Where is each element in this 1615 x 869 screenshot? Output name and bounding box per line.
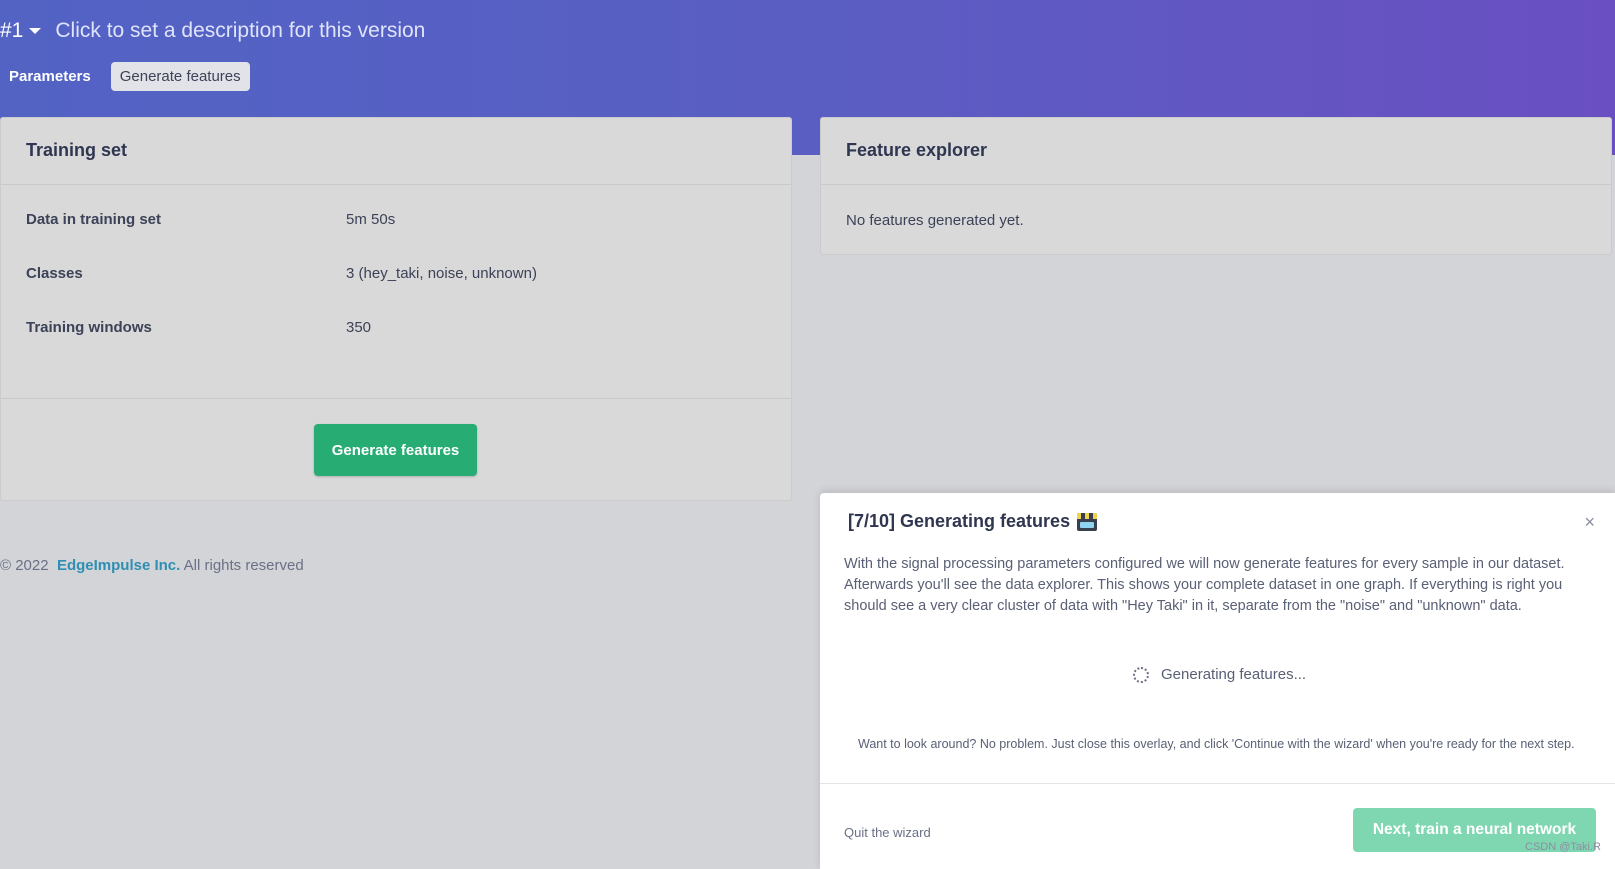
wizard-body-text: With the signal processing parameters co… bbox=[844, 556, 1565, 614]
training-data-row: Data in training set 5m 50s bbox=[26, 211, 746, 231]
row-label: Training windows bbox=[26, 319, 152, 336]
training-windows-row: Training windows 350 bbox=[26, 319, 746, 339]
tab-parameters[interactable]: Parameters bbox=[0, 68, 111, 85]
row-value: 5m 50s bbox=[346, 211, 396, 228]
copyright-year: © 2022 bbox=[0, 557, 49, 574]
version-number[interactable]: #1 bbox=[0, 19, 23, 43]
wizard-overlay: [7/10] Generating features × With the si… bbox=[820, 493, 1615, 869]
row-value: 350 bbox=[346, 319, 372, 336]
tab-generate-features[interactable]: Generate features bbox=[110, 62, 250, 91]
version-selector[interactable]: #1 Click to set a description for this v… bbox=[0, 14, 425, 48]
divider bbox=[820, 783, 1615, 784]
classes-row: Classes 3 (hey_taki, noise, unknown) bbox=[26, 265, 746, 285]
training-set-card: Training set Data in training set 5m 50s… bbox=[0, 117, 792, 501]
wizard-hint: Want to look around? No problem. Just cl… bbox=[858, 737, 1575, 751]
tab-bar: Parameters Generate features bbox=[0, 62, 250, 91]
divider bbox=[1, 398, 791, 399]
spinner-icon bbox=[1133, 666, 1149, 683]
wizard-title-text: [7/10] Generating features bbox=[848, 511, 1071, 531]
feature-explorer-empty-text: No features generated yet. bbox=[846, 212, 1024, 229]
row-label: Data in training set bbox=[26, 211, 162, 228]
feature-explorer-title: Feature explorer bbox=[821, 118, 1611, 185]
generating-status: Generating features... bbox=[1133, 666, 1306, 683]
chevron-down-icon[interactable] bbox=[29, 28, 42, 34]
quit-wizard-link[interactable]: Quit the wizard bbox=[844, 825, 931, 840]
row-value: 3 (hey_taki, noise, unknown) bbox=[346, 265, 537, 282]
version-description[interactable]: Click to set a description for this vers… bbox=[55, 19, 425, 43]
brand-link[interactable]: EdgeImpulse Inc. bbox=[57, 557, 180, 574]
clapper-board-icon bbox=[1077, 512, 1098, 531]
close-icon[interactable]: × bbox=[1584, 512, 1595, 533]
generate-features-button[interactable]: Generate features bbox=[314, 424, 477, 476]
status-text: Generating features... bbox=[1161, 666, 1307, 683]
wizard-title: [7/10] Generating features bbox=[848, 511, 1098, 532]
rights-text: All rights reserved bbox=[183, 557, 304, 574]
row-label: Classes bbox=[26, 265, 83, 282]
watermark: CSDN @Taki.R bbox=[1525, 841, 1601, 853]
feature-explorer-card: Feature explorer No features generated y… bbox=[820, 117, 1612, 255]
footer-copyright: © 2022 EdgeImpulse Inc. All rights reser… bbox=[0, 557, 304, 574]
training-set-title: Training set bbox=[1, 118, 791, 185]
